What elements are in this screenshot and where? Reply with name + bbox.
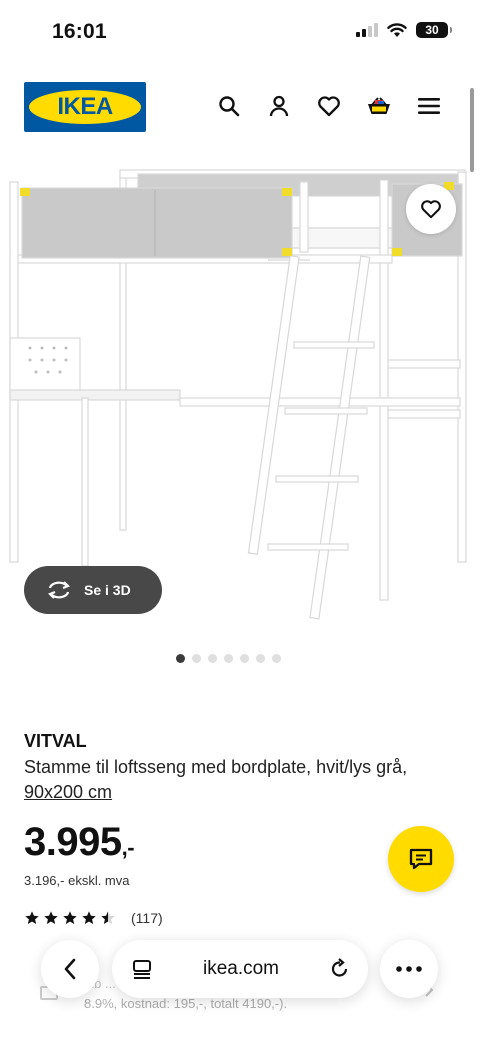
product-description-text: Stamme til loftsseng med bordplate, hvit… <box>24 757 408 777</box>
rotate-3d-icon <box>48 581 70 599</box>
wifi-icon <box>387 22 407 37</box>
star-icon <box>25 911 39 924</box>
product-rating[interactable]: (117) <box>24 910 163 926</box>
chat-button[interactable] <box>388 826 454 892</box>
gallery-dot[interactable] <box>240 654 249 663</box>
product-name: VITVAL <box>24 731 87 751</box>
view-in-3d-label: Se i 3D <box>84 582 131 598</box>
chevron-left-icon <box>64 958 76 980</box>
browser-back-button[interactable] <box>41 940 99 998</box>
user-icon[interactable] <box>266 93 292 119</box>
menu-icon[interactable] <box>416 93 442 119</box>
gallery-dot[interactable] <box>256 654 265 663</box>
price-suffix: ,- <box>121 835 135 860</box>
rating-stars <box>24 910 116 926</box>
price-excluding-vat: 3.196,- ekskl. mva <box>24 873 130 888</box>
gallery-pagination <box>176 654 281 663</box>
star-icon <box>101 911 115 924</box>
page-menu-icon <box>133 960 151 979</box>
gallery-dot[interactable] <box>224 654 233 663</box>
product-price: 3.995,- <box>24 820 135 865</box>
address-bar-url: ikea.com <box>202 958 280 979</box>
reload-icon[interactable] <box>330 958 350 980</box>
financing-line-2: 8.9%, kostnad: 195,-, totalt 4190,-). <box>84 996 288 1011</box>
heart-icon[interactable] <box>316 93 342 119</box>
star-icon <box>63 911 77 924</box>
gallery-dot[interactable] <box>192 654 201 663</box>
more-icon <box>396 966 422 972</box>
product-description: Stamme til loftsseng med bordplate, hvit… <box>24 755 444 805</box>
basket-icon[interactable] <box>366 93 392 119</box>
search-icon[interactable] <box>216 93 242 119</box>
logo-text: IKEA <box>57 93 113 120</box>
ikea-logo[interactable]: IKEA <box>24 82 146 132</box>
status-time: 16:01 <box>52 20 107 43</box>
site-header: IKEA <box>0 82 480 132</box>
star-icon <box>44 911 58 924</box>
status-bar: 16:01 30 <box>0 0 480 62</box>
gallery-dot[interactable] <box>176 654 185 663</box>
view-in-3d-button[interactable]: Se i 3D <box>24 566 162 614</box>
address-bar[interactable]: ikea.com <box>112 940 368 998</box>
price-value: 3.995 <box>24 820 122 864</box>
add-to-favorites-button[interactable] <box>406 184 456 234</box>
status-indicators: 30 <box>356 22 452 38</box>
chat-icon <box>409 848 433 870</box>
gallery-dot[interactable] <box>272 654 281 663</box>
battery-icon: 30 <box>416 22 452 38</box>
product-size-link[interactable]: 90x200 cm <box>24 782 112 802</box>
browser-more-button[interactable] <box>380 940 438 998</box>
rating-count: (117) <box>131 910 163 926</box>
star-icon <box>82 911 96 924</box>
gallery-dot[interactable] <box>208 654 217 663</box>
header-actions <box>216 93 442 119</box>
heart-icon <box>421 200 441 219</box>
cellular-signal-icon <box>356 23 378 37</box>
